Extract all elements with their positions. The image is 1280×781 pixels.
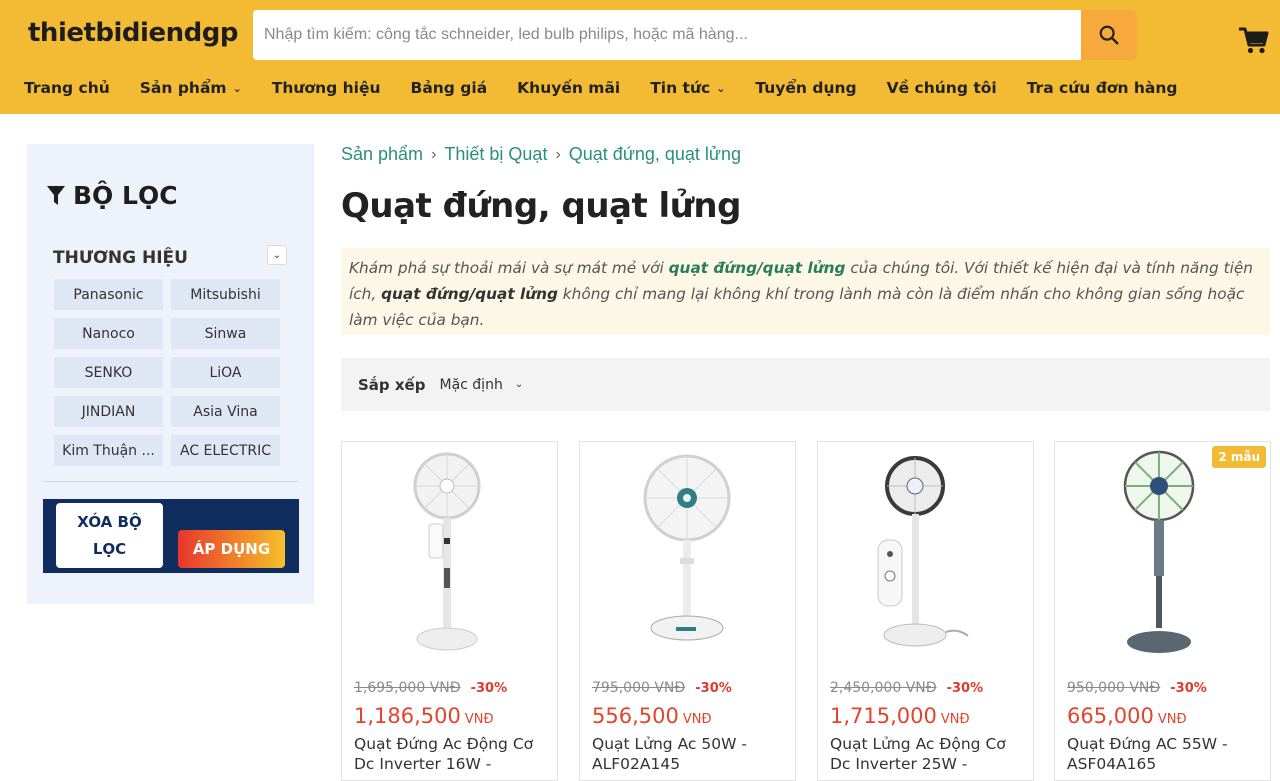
nav-khuyen-mai[interactable]: Khuyến mãi <box>517 79 620 97</box>
product-name[interactable]: Quạt Lửng Ac 50W - ALF02A145 <box>592 734 787 774</box>
brand-filter-list: Panasonic Mitsubishi Nanoco Sinwa SENKO … <box>54 279 280 466</box>
breadcrumb-item[interactable]: Thiết bị Quạt <box>444 144 547 165</box>
chevron-down-icon: ⌄ <box>232 81 242 95</box>
clear-filter-button[interactable]: XÓA BỘ LỌC <box>56 503 163 568</box>
product-grid: 1,695,000 VNĐ -30% 1,186,500 VNĐ Quạt Đứn… <box>341 441 1271 781</box>
brand-chip-jindian[interactable]: JINDIAN <box>54 396 163 427</box>
sale-price: 665,000 VNĐ <box>1067 704 1187 728</box>
breadcrumb-separator: › <box>431 145 437 163</box>
sale-price: 1,715,000 VNĐ <box>830 704 970 728</box>
filter-sidebar: BỘ LỌC THƯƠNG HIỆU ⌄ Panasonic Mitsubish… <box>27 144 314 604</box>
search-bar <box>253 10 1137 60</box>
brand-chip-sinwa[interactable]: Sinwa <box>171 318 280 349</box>
product-name[interactable]: Quạt Lửng Ac Động Cơ Dc Inverter 25W - <box>830 734 1025 774</box>
filter-title: BỘ LỌC <box>47 181 178 210</box>
sort-label: Sắp xếp <box>358 375 426 394</box>
sort-bar: Sắp xếp Mặc định ⌄ <box>341 358 1270 411</box>
nav-ve-chung-toi[interactable]: Về chúng tôi <box>887 79 997 97</box>
brand-chip-mitsubishi[interactable]: Mitsubishi <box>171 279 280 310</box>
variant-count-badge: 2 mẫu <box>1212 446 1266 468</box>
product-card[interactable]: 795,000 VNĐ -30% 556,500 VNĐ Quạt Lửng Ac… <box>579 441 796 781</box>
search-button[interactable] <box>1081 10 1137 60</box>
brand-chip-kim-thuan[interactable]: Kim Thuận ... <box>54 435 163 466</box>
category-description: Khám phá sự thoải mái và sự mát mẻ với q… <box>341 248 1270 335</box>
discount-badge: -30% <box>1170 680 1207 696</box>
breadcrumb-current[interactable]: Quạt đứng, quạt lửng <box>569 144 741 165</box>
main-nav: Trang chủ Sản phẩm ⌄ Thương hiệu Bảng giá… <box>0 74 1184 102</box>
site-logo[interactable]: thietbidiendgp <box>28 18 238 48</box>
breadcrumb-item[interactable]: Sản phẩm <box>341 144 423 165</box>
sale-price: 556,500 VNĐ <box>592 704 712 728</box>
brand-chip-asia-vina[interactable]: Asia Vina <box>171 396 280 427</box>
nav-tuyen-dung[interactable]: Tuyển dụng <box>755 79 856 97</box>
product-image-ac-standing-fan[interactable] <box>1055 446 1270 660</box>
breadcrumb: Sản phẩm › Thiết bị Quạt › Quạt đứng, qu… <box>341 144 741 165</box>
sort-select[interactable]: Mặc định ⌄ <box>439 377 523 393</box>
product-image-pedestal-fan[interactable] <box>580 446 795 660</box>
chevron-down-icon: ⌄ <box>514 379 524 390</box>
nav-tra-cuu-don-hang[interactable]: Tra cứu đơn hàng <box>1027 79 1178 97</box>
description-link[interactable]: quạt đứng/quạt lửng <box>669 259 846 277</box>
brand-chip-ac-electric[interactable]: AC ELECTRIC <box>171 435 280 466</box>
search-input[interactable] <box>253 10 1081 60</box>
old-price: 795,000 VNĐ <box>592 680 686 696</box>
old-price: 950,000 VNĐ <box>1067 680 1161 696</box>
old-price: 2,450,000 VNĐ <box>830 680 937 696</box>
site-header: thietbidiendgp Trang chủ Sản phẩm⌄ Thươn… <box>0 0 1280 114</box>
description-emphasis: quạt đứng/quạt lửng <box>381 285 558 303</box>
product-image-inverter-fan[interactable] <box>818 446 1033 660</box>
discount-badge: -30% <box>946 680 984 696</box>
brand-chip-senko[interactable]: SENKO <box>54 357 163 388</box>
chevron-down-icon: ⌄ <box>716 81 726 95</box>
product-name[interactable]: Quạt Đứng Ac Động Cơ Dc Inverter 16W - <box>354 734 549 774</box>
product-image-standing-fan[interactable] <box>342 446 557 660</box>
divider <box>43 481 298 482</box>
discount-badge: -30% <box>695 680 732 696</box>
price-row: 1,695,000 VNĐ -30% <box>354 680 507 696</box>
nav-tin-tuc[interactable]: Tin tức ⌄ <box>650 79 725 97</box>
nav-bang-gia[interactable]: Bảng giá <box>411 79 488 97</box>
discount-badge: -30% <box>470 680 508 696</box>
brand-chip-nanoco[interactable]: Nanoco <box>54 318 163 349</box>
brand-chip-lioa[interactable]: LiOA <box>171 357 280 388</box>
page-title: Quạt đứng, quạt lửng <box>341 186 741 226</box>
product-name[interactable]: Quạt Đứng AC 55W - ASF04A165 <box>1067 734 1262 774</box>
price-row: 795,000 VNĐ -30% <box>592 680 732 696</box>
apply-filter-button[interactable]: ÁP DỤNG <box>178 530 285 568</box>
price-row: 950,000 VNĐ -30% <box>1067 680 1207 696</box>
sale-price: 1,186,500 VNĐ <box>354 704 494 728</box>
price-row: 2,450,000 VNĐ -30% <box>830 680 983 696</box>
nav-thuong-hieu[interactable]: Thương hiệu <box>272 79 381 97</box>
search-icon <box>1099 25 1119 45</box>
breadcrumb-separator: › <box>555 145 561 163</box>
chevron-down-icon[interactable]: ⌄ <box>267 245 287 265</box>
product-card[interactable]: 2,450,000 VNĐ -30% 1,715,000 VNĐ Quạt Lửn… <box>817 441 1034 781</box>
nav-san-pham[interactable]: Sản phẩm ⌄ <box>140 79 242 97</box>
filter-actions: XÓA BỘ LỌC ÁP DỤNG <box>43 499 299 573</box>
product-card[interactable]: 2 mẫu 950,000 VNĐ -30% 665,000 VNĐ Quạt Đ… <box>1054 441 1271 781</box>
filter-icon <box>47 185 65 205</box>
brand-chip-panasonic[interactable]: Panasonic <box>54 279 163 310</box>
nav-trang-chu[interactable]: Trang chủ <box>24 79 110 97</box>
cart-icon[interactable] <box>1238 24 1270 56</box>
product-card[interactable]: 1,695,000 VNĐ -30% 1,186,500 VNĐ Quạt Đứn… <box>341 441 558 781</box>
old-price: 1,695,000 VNĐ <box>354 680 461 696</box>
brand-filter-heading: THƯƠNG HIỆU <box>53 248 188 268</box>
